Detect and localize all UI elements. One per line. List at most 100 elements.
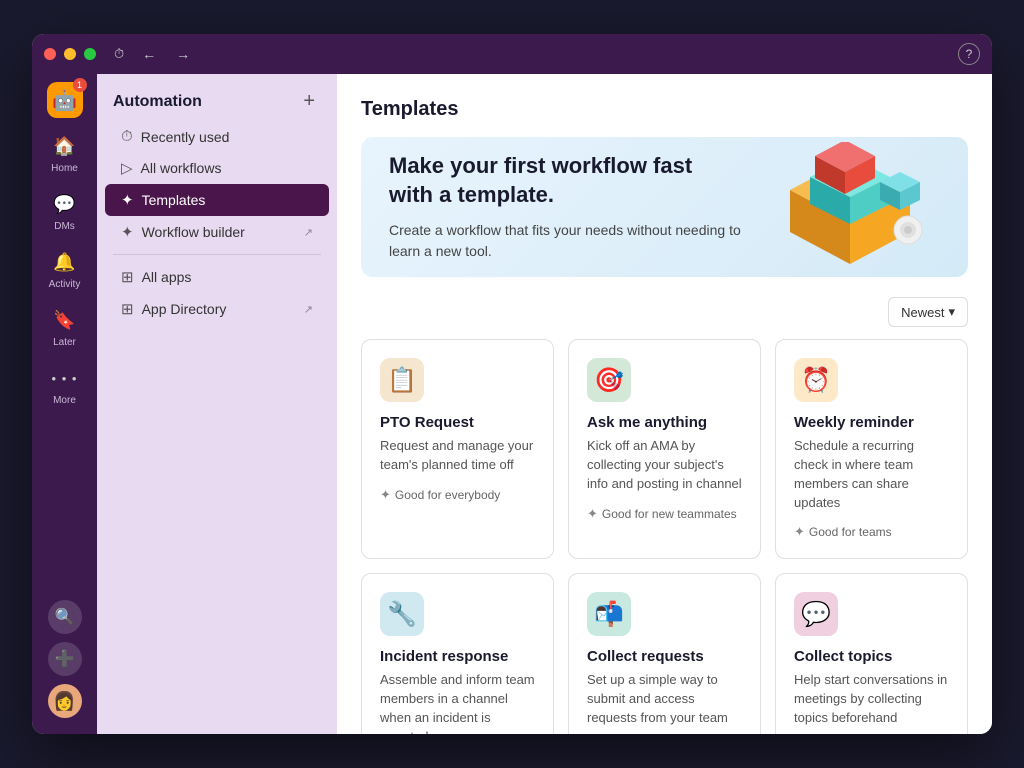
forward-button[interactable]: → [170,44,196,64]
collect-requests-title: Collect requests [587,648,742,665]
pto-request-desc: Request and manage your team's planned t… [380,437,535,475]
external-link-icon: ↗ [304,226,313,239]
weekly-reminder-title: Weekly reminder [794,414,949,431]
nav-controls: ⏱ ← → [114,44,196,64]
icon-sidebar: 🤖 1 🏠 Home 💬 DMs 🔔 Activity 🔖 Later • • … [32,74,97,734]
nav-panel: Automation + ⏱ Recently used ▷ All workf… [97,74,337,734]
minimize-button[interactable] [64,48,76,60]
incident-response-title: Incident response [380,648,535,665]
main-window: ⏱ ← → ? 🤖 1 🏠 Home 💬 DMs 🔔 Activity [32,34,992,734]
play-icon: ▷ [121,159,133,177]
clock-icon: ⏱ [114,46,124,62]
templates-icon: ✦ [121,191,134,209]
user-avatar[interactable]: 👩 [48,684,82,718]
template-card-collect-topics[interactable]: 💬 Collect topics Help start conversation… [775,573,968,734]
template-card-incident-response[interactable]: 🔧 Incident response Assemble and inform … [361,573,554,734]
sparkle-icon: ✦ [794,524,805,540]
dms-icon: 💬 [51,190,79,218]
activity-label: Activity [49,279,81,290]
search-button[interactable]: 🔍 [48,600,82,634]
template-card-ask-me-anything[interactable]: 🎯 Ask me anything Kick off an AMA by col… [568,339,761,559]
hero-text: Make your first workflow fastwith a temp… [389,152,749,261]
nav-item-label: Workflow builder [142,224,245,240]
nav-item-label: Recently used [141,129,230,145]
hero-banner: Make your first workflow fastwith a temp… [361,137,968,277]
notification-badge: 1 [73,78,87,92]
stack-svg [760,142,940,272]
nav-item-label: All workflows [141,160,222,176]
close-button[interactable] [44,48,56,60]
home-label: Home [51,163,78,174]
template-card-pto-request[interactable]: 📋 PTO Request Request and manage your te… [361,339,554,559]
builder-icon: ✦ [121,223,134,241]
app-body: 🤖 1 🏠 Home 💬 DMs 🔔 Activity 🔖 Later • • … [32,74,992,734]
collect-topics-icon: 💬 [794,592,838,636]
maximize-button[interactable] [84,48,96,60]
nav-item-recently-used[interactable]: ⏱ Recently used [105,121,329,152]
sparkle-icon: ✦ [587,506,598,522]
hero-illustration [760,142,940,272]
filter-label: Newest [901,305,944,320]
hero-description: Create a workflow that fits your needs w… [389,220,749,262]
nav-add-button[interactable]: + [297,88,321,115]
collect-requests-icon: 📬 [587,592,631,636]
nav-header: Automation + [97,82,337,121]
template-card-collect-requests[interactable]: 📬 Collect requests Set up a simple way t… [568,573,761,734]
clock-icon: ⏱ [121,128,133,145]
collect-requests-desc: Set up a simple way to submit and access… [587,671,742,728]
weekly-reminder-tag: ✦ Good for teams [794,524,949,540]
ask-me-anything-icon: 🎯 [587,358,631,402]
help-button[interactable]: ? [958,43,980,65]
sidebar-item-home[interactable]: 🏠 Home [39,126,91,180]
collect-topics-desc: Help start conversations in meetings by … [794,671,949,728]
later-icon: 🔖 [51,306,79,334]
sparkle-icon: ✦ [380,487,391,503]
incident-response-icon: 🔧 [380,592,424,636]
weekly-reminder-desc: Schedule a recurring check in where team… [794,437,949,512]
sidebar-item-dms[interactable]: 💬 DMs [39,184,91,238]
nav-item-workflow-builder[interactable]: ✦ Workflow builder ↗ [105,216,329,248]
sidebar-bottom: 🔍 ➕ 👩 [48,600,82,726]
template-grid: 📋 PTO Request Request and manage your te… [361,339,968,734]
nav-item-label: App Directory [142,301,227,317]
main-content: Templates Make your first workflow fastw… [337,74,992,734]
nav-item-app-directory[interactable]: ⊞ App Directory ↗ [105,293,329,325]
filter-button[interactable]: Newest ▾ [888,297,968,327]
apps-icon: ⊞ [121,268,134,286]
more-label: More [53,395,76,406]
template-card-weekly-reminder[interactable]: ⏰ Weekly reminder Schedule a recurring c… [775,339,968,559]
nav-item-all-apps[interactable]: ⊞ All apps [105,261,329,293]
activity-icon: 🔔 [51,248,79,276]
nav-item-templates[interactable]: ✦ Templates [105,184,329,216]
nav-item-label: Templates [142,192,206,208]
ask-me-anything-desc: Kick off an AMA by collecting your subje… [587,437,742,494]
later-label: Later [53,337,76,348]
weekly-reminder-icon: ⏰ [794,358,838,402]
ask-me-anything-tag: ✦ Good for new teammates [587,506,742,522]
app-icon[interactable]: 🤖 1 [47,82,83,118]
nav-title: Automation [113,93,202,111]
home-icon: 🏠 [51,132,79,160]
nav-item-all-workflows[interactable]: ▷ All workflows [105,152,329,184]
filter-bar: Newest ▾ [361,297,968,327]
sidebar-item-more[interactable]: • • • More [39,358,91,412]
page-title: Templates [361,98,968,121]
sidebar-item-activity[interactable]: 🔔 Activity [39,242,91,296]
more-icon: • • • [51,364,79,392]
back-button[interactable]: ← [136,44,162,64]
hero-title: Make your first workflow fastwith a temp… [389,152,749,209]
nav-divider [113,254,321,255]
pto-request-tag: ✦ Good for everybody [380,487,535,503]
nav-item-label: All apps [142,269,192,285]
collect-topics-title: Collect topics [794,648,949,665]
dms-label: DMs [54,221,75,232]
sidebar-item-later[interactable]: 🔖 Later [39,300,91,354]
ask-me-anything-title: Ask me anything [587,414,742,431]
add-button[interactable]: ➕ [48,642,82,676]
titlebar: ⏱ ← → ? [32,34,992,74]
chevron-down-icon: ▾ [948,304,955,320]
external-link-icon: ↗ [304,303,313,316]
pto-request-title: PTO Request [380,414,535,431]
pto-request-icon: 📋 [380,358,424,402]
directory-icon: ⊞ [121,300,134,318]
